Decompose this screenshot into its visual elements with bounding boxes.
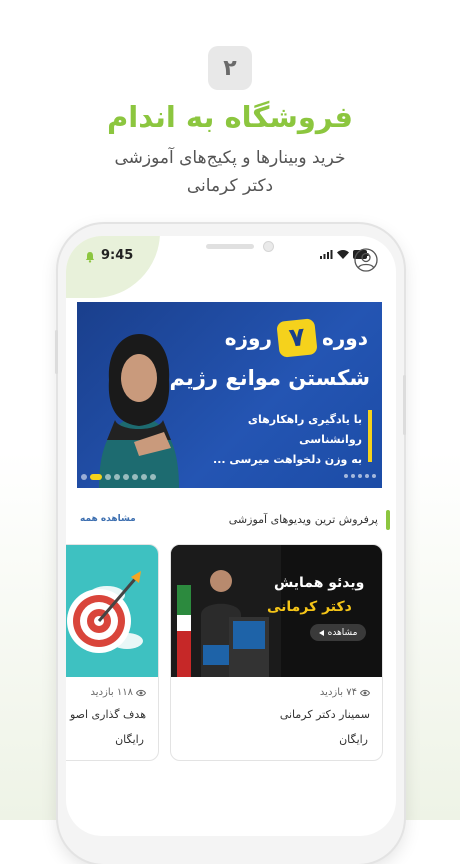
slider-dot[interactable]: [81, 474, 87, 480]
slider-dot[interactable]: [141, 474, 147, 480]
phone-screen: 9:45 دوره ۷ روزه شکستن موانع رژیم با یاد…: [66, 236, 396, 836]
promo-subtitle-line1: خرید وبینارها و پکیج‌های آموزشی: [114, 148, 346, 168]
banner-body-line2: به وزن دلخواهت میرسی ...: [213, 453, 362, 466]
slider-dot[interactable]: [105, 474, 111, 480]
speaker-grille: [206, 244, 254, 249]
play-icon: [318, 629, 324, 636]
status-time: 9:45: [101, 248, 134, 263]
section-header: پرفروش ترین ویدیوهای آموزشی مشاهده همه: [66, 510, 396, 532]
slider-dot[interactable]: [150, 474, 156, 480]
eye-icon: [136, 689, 146, 696]
banner-decor-dots: [344, 474, 376, 478]
wifi-icon: [337, 250, 349, 259]
views-count: ۷۴ بازدید: [320, 687, 370, 698]
step-badge: ۲: [208, 46, 252, 90]
see-all-link[interactable]: مشاهده همه: [80, 514, 136, 524]
card-title: سمینار دکتر کرمانی: [279, 708, 370, 721]
banner-word-dore: دوره: [321, 326, 368, 350]
thumb-line1: ویدئو همایش: [274, 575, 364, 591]
front-camera: [263, 241, 274, 252]
watch-button[interactable]: مشاهده: [310, 624, 366, 641]
promo-subtitle-line2: دکتر کرمانی: [186, 176, 274, 196]
video-thumbnail: ویدئو همایش دکتر کرمانی: [171, 545, 382, 677]
banner-word-rooze: روزه: [224, 326, 272, 350]
signal-icon: [320, 250, 333, 259]
instructor-photo: [99, 334, 179, 488]
slider-dot[interactable]: [132, 474, 138, 480]
views-count: ۱۱۸ بازدید: [91, 687, 146, 698]
thumb-line2: دکتر کرمانی: [267, 599, 352, 615]
card-title: هدف گذاری اصو: [69, 708, 146, 721]
views-text: ۷۴ بازدید: [319, 687, 357, 698]
watch-label: مشاهده: [327, 627, 358, 638]
card-price: رایگان: [339, 733, 368, 746]
banner-body: با یادگیری راهکارهای روانشناسی به وزن دل…: [182, 410, 372, 466]
banner-number-badge: ۷: [276, 318, 318, 358]
slider-dot[interactable]: [123, 474, 129, 480]
video-thumbnail: [66, 545, 158, 677]
decorative-blob: [66, 236, 160, 298]
user-icon[interactable]: [354, 248, 378, 272]
eye-icon: [360, 689, 370, 696]
video-card[interactable]: ۱۱۸ بازدید هدف گذاری اصو رایگان: [66, 544, 159, 761]
bell-icon[interactable]: [84, 251, 96, 263]
phone-side-button: [55, 330, 58, 374]
card-price: رایگان: [115, 733, 144, 746]
section-accent-bar: [386, 510, 390, 530]
slider-dot[interactable]: [114, 474, 120, 480]
banner-title-row: دوره ۷ روزه: [224, 318, 368, 358]
slider-dots: [81, 474, 156, 480]
promo-headline: فروشگاه به اندام: [107, 100, 353, 134]
section-title: پرفروش ترین ویدیوهای آموزشی: [228, 513, 378, 526]
banner-main-title: شکستن موانع رژیم: [169, 366, 370, 390]
video-card[interactable]: ویدئو همایش دکتر کرمانی مشاهده ۷۴ بازدید…: [170, 544, 383, 761]
slider-dot[interactable]: [90, 474, 102, 480]
views-text: ۱۱۸ بازدید: [90, 687, 133, 698]
hero-banner[interactable]: دوره ۷ روزه شکستن موانع رژیم با یادگیری …: [77, 302, 382, 488]
phone-side-button: [403, 375, 406, 435]
banner-body-line1: با یادگیری راهکارهای روانشناسی: [247, 413, 362, 446]
